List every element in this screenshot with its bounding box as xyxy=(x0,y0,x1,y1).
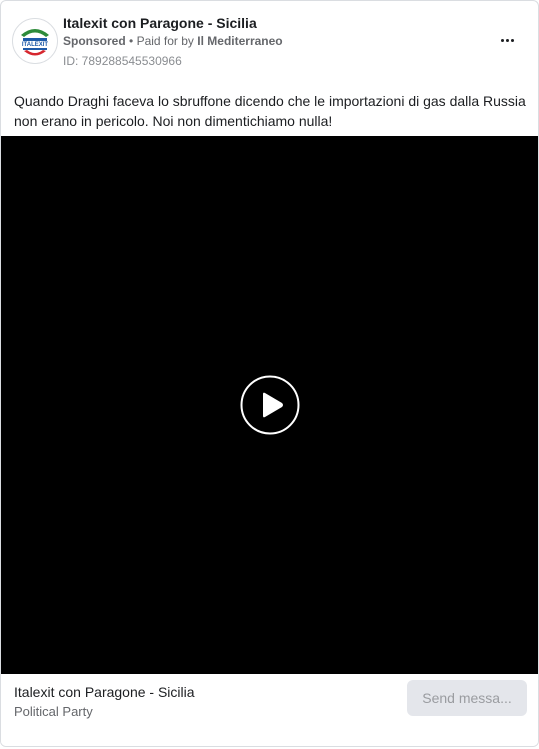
footer-page-name[interactable]: Italexit con Paragone - Sicilia xyxy=(14,684,195,700)
page-avatar[interactable]: ITALEXIT xyxy=(12,18,58,64)
more-options-button[interactable] xyxy=(493,29,521,51)
ad-card: ITALEXIT Italexit con Paragone - Sicilia… xyxy=(0,0,539,747)
page-name[interactable]: Italexit con Paragone - Sicilia xyxy=(63,15,257,31)
ad-body-text: Quando Draghi faceva lo sbruffone dicend… xyxy=(14,93,526,129)
sponsored-label: Sponsored xyxy=(63,34,126,48)
ad-footer: Italexit con Paragone - Sicilia Politica… xyxy=(1,674,538,746)
footer-category: Political Party xyxy=(14,704,93,719)
ad-id: ID: 789288545530966 xyxy=(63,54,182,68)
sponsored-line: Sponsored • Paid for by Il Mediterraneo xyxy=(63,34,283,48)
payer-name: Il Mediterraneo xyxy=(197,34,283,48)
send-message-button[interactable]: Send messa... xyxy=(407,680,527,716)
ad-header: ITALEXIT Italexit con Paragone - Sicilia… xyxy=(1,1,538,81)
play-button[interactable] xyxy=(240,375,300,435)
separator-dot: • xyxy=(129,34,134,48)
logo-text: ITALEXIT xyxy=(22,42,49,48)
more-horizontal-icon xyxy=(500,38,514,42)
paid-for-prefix: Paid for by xyxy=(136,34,194,48)
play-icon xyxy=(240,375,300,435)
italexit-logo: ITALEXIT xyxy=(13,19,57,63)
